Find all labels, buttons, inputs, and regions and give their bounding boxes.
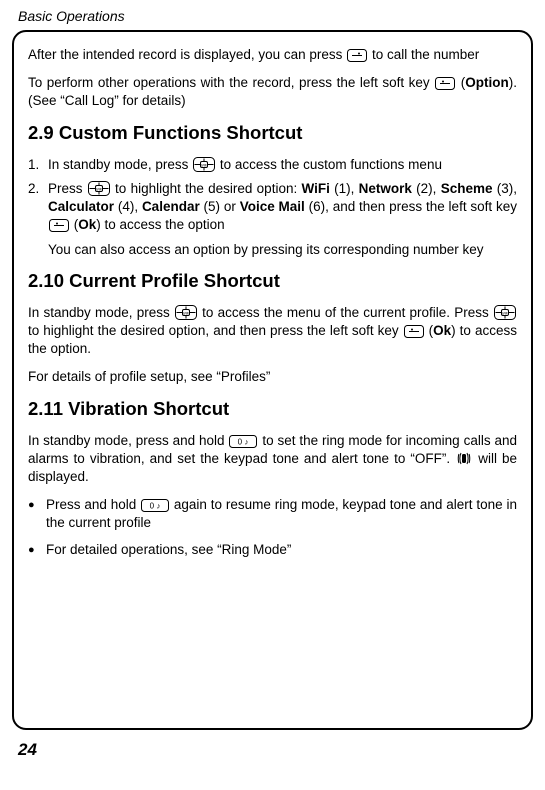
ok-label: Ok: [433, 323, 451, 338]
text: After the intended record is displayed, …: [28, 47, 346, 62]
text: Press: [48, 181, 87, 196]
text: (1),: [330, 181, 359, 196]
text: to highlight the desired option, and the…: [28, 323, 403, 338]
page-frame: After the intended record is displayed, …: [12, 30, 533, 730]
list-body: Press WiFi to highlight the desired opti…: [48, 180, 517, 235]
text: In standby mode, press: [28, 305, 174, 320]
calendar-label: Calendar: [142, 199, 200, 214]
calculator-label: Calculator: [48, 199, 114, 214]
text: to access the custom functions menu: [220, 157, 442, 172]
nav-key-icon: WiFi: [88, 181, 110, 196]
list-number: 1.: [28, 156, 48, 174]
s210-para-2: For details of profile setup, see “Profi…: [28, 368, 517, 386]
nav-key-icon: WiFi: [494, 305, 516, 320]
intro-para-2: To perform other operations with the rec…: [28, 74, 517, 110]
voicemail-label: Voice Mail: [240, 199, 305, 214]
text: to highlight the desired option:: [115, 181, 301, 196]
text: (4),: [114, 199, 142, 214]
scheme-label: Scheme: [441, 181, 493, 196]
bullet-item: ● Press and hold 0 ♪ again to resume rin…: [28, 496, 517, 532]
nav-key-icon: WiFi: [193, 157, 215, 172]
softkey-icon: [404, 325, 424, 338]
bullet-mark: ●: [28, 541, 46, 559]
list-body: In standby mode, press WiFi to access th…: [48, 156, 517, 174]
text: Press and hold: [46, 497, 140, 512]
text: (5) or: [200, 199, 240, 214]
network-label: Network: [359, 181, 412, 196]
bullet-body: Press and hold 0 ♪ again to resume ring …: [46, 496, 517, 532]
zero-key-icon: 0 ♪: [229, 435, 257, 448]
svg-text:WiFi: WiFi: [200, 162, 208, 167]
text: ) to access the option: [96, 217, 224, 232]
softkey-icon: [347, 49, 367, 62]
heading-2-9: 2.9 Custom Functions Shortcut: [28, 121, 517, 146]
softkey-icon: [49, 219, 69, 232]
svg-text:WiFi: WiFi: [501, 310, 509, 315]
svg-text:0 ♪: 0 ♪: [238, 437, 249, 446]
text: To perform other operations with the rec…: [28, 75, 434, 90]
list-item: 2. Press WiFi to highlight the desired o…: [28, 180, 517, 235]
svg-text:0 ♪: 0 ♪: [150, 502, 161, 511]
text: (2),: [412, 181, 441, 196]
wifi-label: WiFi: [301, 181, 329, 196]
svg-text:WiFi: WiFi: [95, 186, 103, 191]
heading-2-10: 2.10 Current Profile Shortcut: [28, 269, 517, 294]
s211-para-1: In standby mode, press and hold 0 ♪ to s…: [28, 432, 517, 487]
intro-para-1: After the intended record is displayed, …: [28, 46, 517, 64]
text: to call the number: [372, 47, 479, 62]
svg-text:WiFi: WiFi: [182, 310, 190, 315]
running-header: Basic Operations: [0, 0, 545, 30]
list-number: 2.: [28, 180, 48, 235]
heading-2-11: 2.11 Vibration Shortcut: [28, 397, 517, 422]
softkey-icon: [435, 77, 455, 90]
zero-key-icon: 0 ♪: [141, 499, 169, 512]
text: In standby mode, press and hold: [28, 433, 228, 448]
vibration-icon: [456, 451, 472, 466]
text: to access the menu of the current profil…: [202, 305, 493, 320]
text: (6), and then press the left soft key: [305, 199, 517, 214]
s210-para-1: In standby mode, press WiFi to access th…: [28, 304, 517, 359]
nav-key-icon: WiFi: [175, 305, 197, 320]
text: In standby mode, press: [48, 157, 192, 172]
bullet-item: ● For detailed operations, see “Ring Mod…: [28, 541, 517, 559]
list-item: 1. In standby mode, press WiFi to access…: [28, 156, 517, 174]
text: (3),: [492, 181, 517, 196]
bullet-mark: ●: [28, 496, 46, 532]
sub-note: You can also access an option by pressin…: [48, 241, 517, 259]
option-label: Option: [465, 75, 509, 90]
ok-label: Ok: [78, 217, 96, 232]
bullet-body: For detailed operations, see “Ring Mode”: [46, 541, 517, 559]
page-number: 24: [0, 730, 545, 760]
